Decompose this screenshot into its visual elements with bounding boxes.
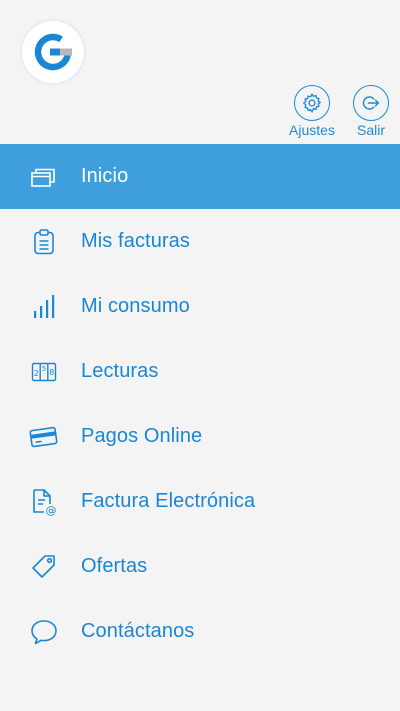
menu-item-mi-consumo[interactable]: Mi consumo bbox=[0, 274, 400, 339]
logout-icon bbox=[353, 85, 389, 121]
brand-logo-icon bbox=[34, 33, 72, 71]
chat-bubble-icon bbox=[28, 616, 60, 648]
svg-text:5: 5 bbox=[42, 365, 46, 373]
menu-item-label: Mi consumo bbox=[81, 295, 190, 317]
brand-logo bbox=[22, 21, 84, 83]
ajustes-button[interactable]: Ajustes bbox=[282, 85, 342, 140]
svg-text:8: 8 bbox=[49, 368, 54, 377]
menu-item-contactanos[interactable]: Contáctanos bbox=[0, 599, 400, 664]
menu-item-inicio[interactable]: Inicio bbox=[0, 144, 400, 209]
menu-item-lecturas[interactable]: 2 5 8 Lecturas bbox=[0, 339, 400, 404]
side-menu: Inicio Mis facturas Mi consumo 2 5 8 Lec… bbox=[0, 144, 400, 664]
menu-item-label: Mis facturas bbox=[81, 230, 191, 252]
ajustes-label: Ajustes bbox=[289, 122, 335, 138]
svg-text:2: 2 bbox=[34, 369, 39, 378]
credit-card-icon bbox=[28, 421, 60, 453]
menu-item-label: Pagos Online bbox=[81, 425, 203, 447]
gear-icon bbox=[294, 85, 330, 121]
tag-icon bbox=[28, 551, 60, 583]
meter-digits-icon: 2 5 8 bbox=[28, 356, 60, 388]
windows-stack-icon bbox=[28, 161, 60, 193]
menu-item-label: Inicio bbox=[81, 165, 129, 187]
menu-item-label: Contáctanos bbox=[81, 620, 195, 642]
salir-button[interactable]: Salir bbox=[341, 85, 400, 140]
menu-item-ofertas[interactable]: Ofertas bbox=[0, 534, 400, 599]
email-document-icon: @ bbox=[28, 486, 60, 518]
menu-item-label: Ofertas bbox=[81, 555, 148, 577]
menu-item-mis-facturas[interactable]: Mis facturas bbox=[0, 209, 400, 274]
menu-item-pagos-online[interactable]: Pagos Online bbox=[0, 404, 400, 469]
menu-item-label: Lecturas bbox=[81, 360, 159, 382]
menu-item-factura-electronica[interactable]: @ Factura Electrónica bbox=[0, 469, 400, 534]
bar-chart-icon bbox=[28, 291, 60, 323]
clipboard-icon bbox=[28, 226, 60, 258]
menu-item-label: Factura Electrónica bbox=[81, 490, 256, 512]
salir-label: Salir bbox=[356, 122, 385, 138]
svg-text:@: @ bbox=[46, 504, 57, 517]
